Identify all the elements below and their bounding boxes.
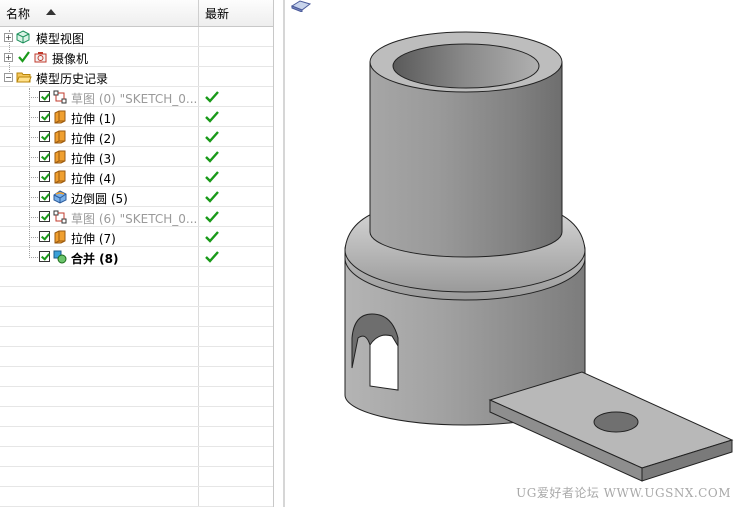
panel-gutter	[274, 0, 283, 507]
model-views-icon	[16, 30, 30, 44]
tree-connector	[29, 117, 38, 118]
tree-connector	[29, 157, 38, 158]
empty-row	[0, 487, 273, 507]
visibility-checkbox[interactable]	[39, 111, 50, 122]
extrude-icon	[54, 130, 66, 144]
unite-icon	[53, 250, 67, 264]
latest-check-icon	[205, 131, 219, 143]
sketch-icon	[53, 90, 67, 104]
empty-row	[0, 407, 273, 427]
tree-node-label: 模型历史记录	[36, 72, 109, 86]
column-header-name[interactable]: 名称	[6, 5, 30, 22]
expand-icon[interactable]: +	[4, 53, 13, 62]
check-icon	[18, 51, 30, 63]
sketch-icon	[53, 210, 67, 224]
tree-node-sketch-0[interactable]: 草图 (0) "SKETCH_0...	[0, 87, 273, 107]
visibility-checkbox[interactable]	[39, 231, 50, 242]
empty-row	[0, 427, 273, 447]
tree-node-extrude-3[interactable]: 拉伸 (3)	[0, 147, 273, 167]
tree-connector	[29, 177, 38, 178]
empty-row	[0, 447, 273, 467]
collapse-icon[interactable]: −	[4, 73, 13, 82]
latest-check-icon	[205, 91, 219, 103]
tree-node-edge-blend-5[interactable]: 边倒圆 (5)	[0, 187, 273, 207]
watermark: UG爱好者论坛 WWW.UGSNX.COM	[516, 486, 731, 500]
empty-row	[0, 467, 273, 487]
visibility-checkbox[interactable]	[39, 251, 50, 262]
tree-connector	[29, 137, 38, 138]
part-model-3d[interactable]	[285, 0, 737, 507]
tree-connector	[29, 197, 38, 198]
tree-node-unite-8[interactable]: 合并 (8)	[0, 247, 273, 267]
visibility-checkbox[interactable]	[39, 191, 50, 202]
edge-blend-icon	[53, 190, 67, 204]
folder-open-icon	[16, 72, 32, 83]
extrude-icon	[54, 150, 66, 164]
tree-connector	[29, 237, 38, 238]
sort-ascending-icon[interactable]	[46, 9, 56, 15]
tree-node-sketch-6[interactable]: 草图 (6) "SKETCH_0...	[0, 207, 273, 227]
tree-node-label: 拉伸 (7)	[71, 232, 116, 246]
navigator-header: 名称 最新	[0, 0, 273, 27]
empty-row	[0, 347, 273, 367]
empty-row	[0, 267, 273, 287]
empty-row	[0, 287, 273, 307]
tree-connector	[29, 217, 38, 218]
tree-node-label: 模型视图	[36, 32, 85, 46]
extrude-icon	[54, 110, 66, 124]
expand-icon[interactable]: +	[4, 33, 13, 42]
tree-node-label: 草图 (0) "SKETCH_0...	[71, 92, 198, 106]
empty-row	[0, 307, 273, 327]
tree-node-model-views[interactable]: + 模型视图	[0, 27, 273, 47]
empty-row	[0, 327, 273, 347]
column-divider[interactable]	[198, 0, 199, 26]
part-navigator: 名称 最新 + 模型视图 + 摄像机 − 模型历史记录 草图 (0) "SKET…	[0, 0, 274, 507]
visibility-checkbox[interactable]	[39, 151, 50, 162]
camera-icon	[34, 52, 47, 63]
tree-node-label: 边倒圆 (5)	[71, 192, 128, 206]
tree-node-label: 拉伸 (1)	[71, 112, 116, 126]
visibility-checkbox[interactable]	[39, 91, 50, 102]
tree-node-label: 拉伸 (2)	[71, 132, 116, 146]
tree-node-label: 草图 (6) "SKETCH_0...	[71, 212, 198, 226]
visibility-checkbox[interactable]	[39, 211, 50, 222]
tree-node-label: 拉伸 (4)	[71, 172, 116, 186]
tree-connector	[29, 97, 38, 98]
tree-node-extrude-1[interactable]: 拉伸 (1)	[0, 107, 273, 127]
latest-check-icon	[205, 171, 219, 183]
tree-node-label: 摄像机	[52, 52, 89, 66]
latest-check-icon	[205, 231, 219, 243]
latest-check-icon	[205, 251, 219, 263]
graphics-window[interactable]: UG爱好者论坛 WWW.UGSNX.COM	[285, 0, 737, 507]
tree-node-label: 拉伸 (3)	[71, 152, 116, 166]
tree-node-extrude-7[interactable]: 拉伸 (7)	[0, 227, 273, 247]
tree-node-model-history[interactable]: − 模型历史记录	[0, 67, 273, 87]
latest-check-icon	[205, 191, 219, 203]
visibility-checkbox[interactable]	[39, 131, 50, 142]
tree-node-label: 合并 (8)	[71, 252, 119, 266]
extrude-icon	[54, 230, 66, 244]
latest-check-icon	[205, 151, 219, 163]
visibility-checkbox[interactable]	[39, 171, 50, 182]
empty-row	[0, 387, 273, 407]
tree-node-extrude-4[interactable]: 拉伸 (4)	[0, 167, 273, 187]
tree-node-extrude-2[interactable]: 拉伸 (2)	[0, 127, 273, 147]
tree-node-camera[interactable]: + 摄像机	[0, 47, 273, 67]
column-header-latest[interactable]: 最新	[205, 5, 229, 22]
latest-check-icon	[205, 211, 219, 223]
tree-connector	[29, 257, 38, 258]
feature-tree: + 模型视图 + 摄像机 − 模型历史记录 草图 (0) "SKETCH_0..…	[0, 27, 273, 507]
empty-row	[0, 367, 273, 387]
extrude-icon	[54, 170, 66, 184]
latest-check-icon	[205, 111, 219, 123]
